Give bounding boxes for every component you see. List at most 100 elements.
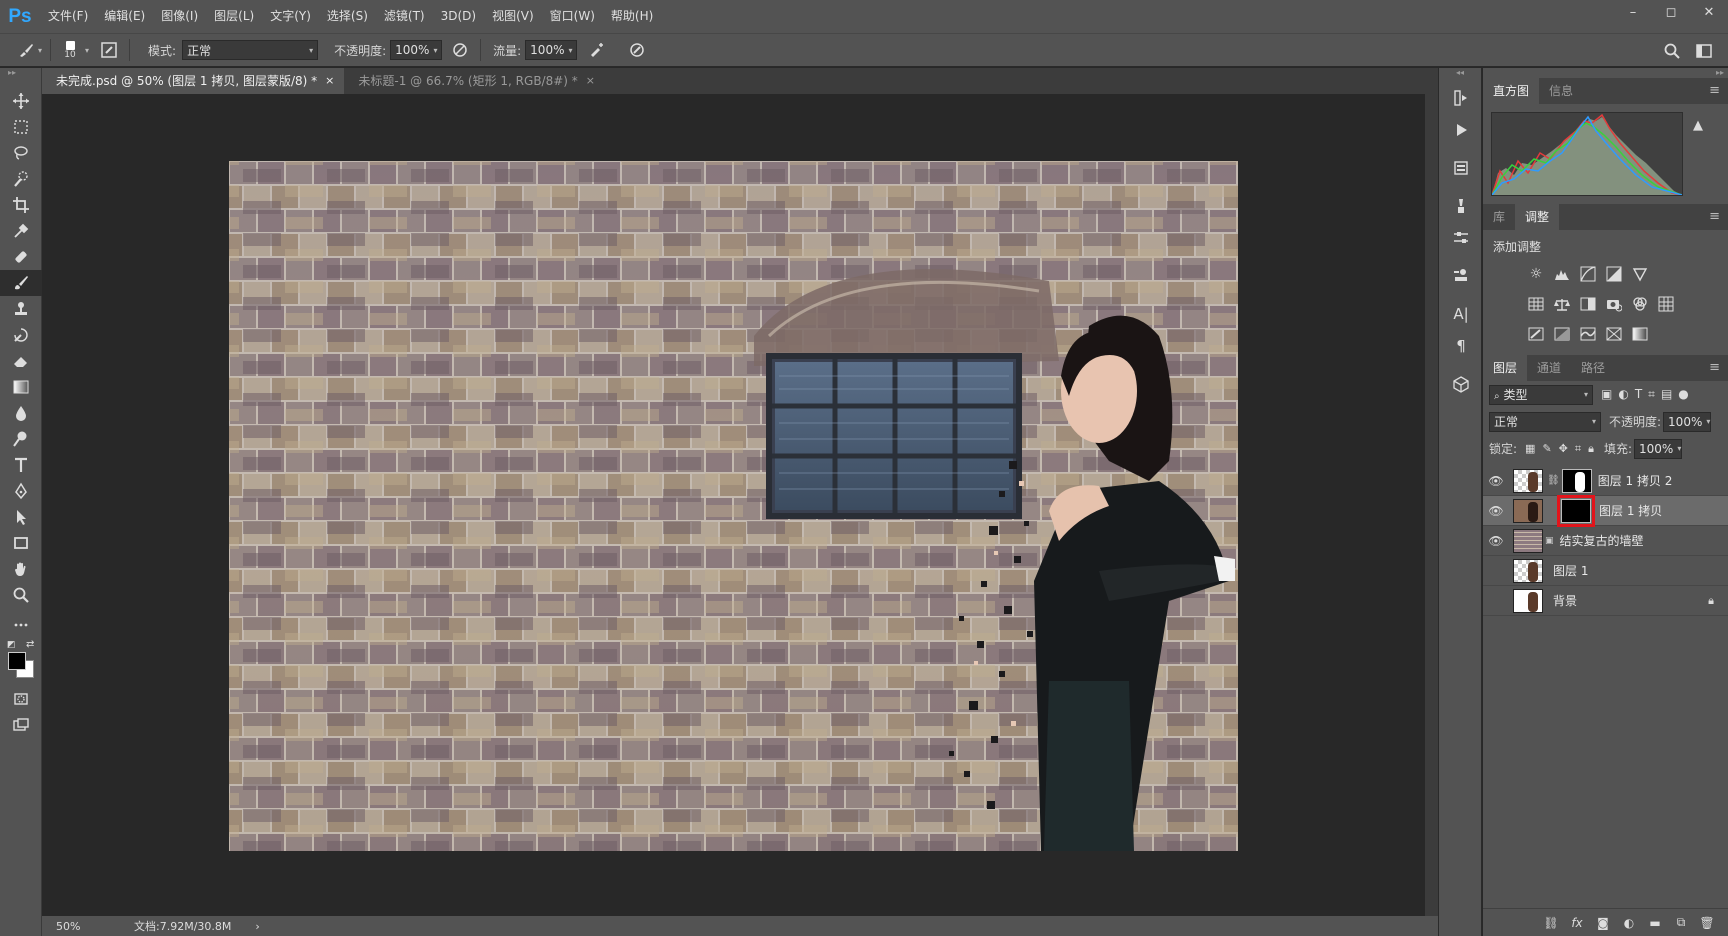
tab-adjustments[interactable]: 调整 bbox=[1515, 204, 1560, 230]
blend-mode-select[interactable]: 正常 ▾ bbox=[1489, 411, 1601, 432]
delete-layer-trash-icon[interactable]: 🗑︎ bbox=[1694, 911, 1720, 935]
add-mask-icon[interactable]: ◙ bbox=[1590, 911, 1616, 935]
panel-grip[interactable]: ◂◂ bbox=[1439, 68, 1481, 82]
photo-filter-icon[interactable] bbox=[1601, 293, 1627, 315]
menu-filter[interactable]: 滤镜(T) bbox=[376, 0, 433, 33]
new-layer-icon[interactable]: ⧉ bbox=[1668, 911, 1694, 935]
layer-filter-select[interactable]: ⌕ 类型 ▾ bbox=[1489, 384, 1593, 405]
layer-row[interactable]: 👁︎ 图层 1 bbox=[1483, 556, 1728, 586]
zoom-tool-icon[interactable] bbox=[0, 582, 42, 608]
tab-unfinished-psd[interactable]: 未完成.psd @ 50% (图层 1 拷贝, 图层蒙版/8) * × bbox=[42, 68, 345, 94]
lock-all-icon[interactable]: 🔒︎ bbox=[1588, 442, 1594, 456]
visibility-eye-icon[interactable]: 👁︎ bbox=[1483, 526, 1509, 556]
menu-view[interactable]: 视图(V) bbox=[484, 0, 542, 33]
selective-color-icon[interactable] bbox=[1601, 323, 1627, 345]
visibility-eye-icon[interactable]: 👁︎ bbox=[1483, 466, 1509, 496]
menu-3d[interactable]: 3D(D) bbox=[433, 0, 484, 33]
eraser-tool-icon[interactable] bbox=[0, 348, 42, 374]
layer-row[interactable]: 👁︎ ▣ 结实复古的墙壁 bbox=[1483, 526, 1728, 556]
hand-tool-icon[interactable] bbox=[0, 556, 42, 582]
gradient-map-icon[interactable] bbox=[1627, 323, 1653, 345]
dodge-tool-icon[interactable] bbox=[0, 426, 42, 452]
mode-select[interactable]: 正常 ▾ bbox=[182, 40, 319, 60]
close-tab-icon[interactable]: × bbox=[325, 68, 334, 94]
tab-channels[interactable]: 通道 bbox=[1527, 355, 1571, 381]
filter-shape-icon[interactable]: ⌗ bbox=[1648, 387, 1655, 402]
workspace-icon[interactable] bbox=[1692, 39, 1716, 63]
opacity-input[interactable]: 100% ▾ bbox=[390, 40, 443, 60]
lock-transparent-icon[interactable]: ▦ bbox=[1525, 442, 1535, 456]
rectangle-tool-icon[interactable] bbox=[0, 530, 42, 556]
invert-icon[interactable] bbox=[1523, 323, 1549, 345]
black-white-icon[interactable] bbox=[1575, 293, 1601, 315]
lock-image-icon[interactable]: ✎ bbox=[1542, 442, 1551, 456]
eyedropper-tool-icon[interactable] bbox=[0, 218, 42, 244]
layer-name[interactable]: 背景 bbox=[1547, 592, 1577, 609]
menu-edit[interactable]: 编辑(E) bbox=[96, 0, 153, 33]
brightness-contrast-icon[interactable]: ☼ bbox=[1523, 263, 1549, 285]
quick-mask-icon[interactable] bbox=[0, 686, 42, 712]
curves-icon[interactable] bbox=[1575, 263, 1601, 285]
type-tool-icon[interactable] bbox=[0, 452, 42, 478]
airbrush-icon[interactable] bbox=[585, 38, 609, 62]
brush-settings-icon[interactable] bbox=[1439, 190, 1483, 222]
tab-libraries[interactable]: 库 bbox=[1483, 204, 1515, 230]
layer-name[interactable]: 图层 1 拷贝 bbox=[1591, 502, 1662, 519]
brush-presets-icon[interactable] bbox=[1439, 222, 1483, 254]
color-balance-icon[interactable] bbox=[1549, 293, 1575, 315]
lasso-tool-icon[interactable] bbox=[0, 140, 42, 166]
history-brush-tool-icon[interactable] bbox=[0, 322, 42, 348]
document-canvas-image[interactable] bbox=[229, 161, 1238, 851]
pressure-size-icon[interactable] bbox=[625, 38, 649, 62]
panel-menu-icon[interactable]: ≡ bbox=[1709, 83, 1720, 98]
path-selection-tool-icon[interactable] bbox=[0, 504, 42, 530]
blur-tool-icon[interactable] bbox=[0, 400, 42, 426]
mask-link-icon[interactable]: ⛓︎ bbox=[1547, 475, 1560, 486]
flow-input[interactable]: 100% ▾ bbox=[525, 40, 578, 60]
fill-input[interactable]: 100% ▾ bbox=[1634, 438, 1682, 459]
pen-tool-icon[interactable] bbox=[0, 478, 42, 504]
layer-name[interactable]: 结实复古的墙壁 bbox=[1554, 532, 1644, 549]
vibrance-icon[interactable] bbox=[1627, 263, 1653, 285]
marquee-tool-icon[interactable] bbox=[0, 114, 42, 140]
new-group-folder-icon[interactable]: ▬ bbox=[1642, 911, 1668, 935]
panel-grip[interactable]: ▸▸ bbox=[1483, 68, 1728, 78]
menu-help[interactable]: 帮助(H) bbox=[603, 0, 661, 33]
layer-name[interactable]: 图层 1 bbox=[1547, 562, 1588, 579]
tab-layers[interactable]: 图层 bbox=[1483, 355, 1528, 381]
healing-brush-tool-icon[interactable] bbox=[0, 244, 42, 270]
menu-layer[interactable]: 图层(L) bbox=[206, 0, 262, 33]
threshold-icon[interactable] bbox=[1575, 323, 1601, 345]
filter-adjustment-icon[interactable]: ◐ bbox=[1618, 387, 1628, 402]
more-tools-icon[interactable] bbox=[0, 612, 42, 638]
brush-panel-toggle-icon[interactable] bbox=[97, 38, 121, 62]
layer-opacity-input[interactable]: 100% ▾ bbox=[1663, 411, 1712, 432]
panel-menu-icon[interactable]: ≡ bbox=[1709, 209, 1720, 224]
restore-button[interactable]: ◻ bbox=[1652, 0, 1690, 24]
brush-tool-icon[interactable] bbox=[0, 270, 42, 296]
pressure-opacity-icon[interactable] bbox=[448, 38, 472, 62]
properties-panel-icon[interactable] bbox=[1439, 152, 1483, 184]
zoom-level[interactable]: 50% bbox=[42, 920, 98, 933]
exposure-icon[interactable] bbox=[1601, 263, 1627, 285]
screen-mode-icon[interactable] bbox=[0, 712, 42, 738]
foreground-color-swatch[interactable] bbox=[8, 652, 26, 670]
crop-tool-icon[interactable] bbox=[0, 192, 42, 218]
clone-source-icon[interactable] bbox=[1439, 260, 1483, 292]
layer-mask-thumbnail-highlighted[interactable] bbox=[1557, 494, 1595, 527]
link-layers-icon[interactable]: ⛓︎ bbox=[1538, 911, 1564, 935]
filter-type-icon[interactable]: T bbox=[1635, 387, 1642, 402]
layer-row[interactable]: 👁︎ 背景 🔒︎ bbox=[1483, 586, 1728, 616]
tab-untitled-1[interactable]: 未标题-1 @ 66.7% (矩形 1, RGB/8#) * × bbox=[344, 68, 605, 94]
filter-toggle-icon[interactable]: ● bbox=[1678, 387, 1688, 402]
lock-artboard-icon[interactable]: ⌗ bbox=[1575, 442, 1581, 456]
hue-saturation-icon[interactable] bbox=[1523, 293, 1549, 315]
clone-stamp-tool-icon[interactable] bbox=[0, 296, 42, 322]
3d-panel-icon[interactable] bbox=[1439, 368, 1483, 400]
move-tool-icon[interactable] bbox=[0, 88, 42, 114]
brush-preset-icon[interactable] bbox=[14, 38, 38, 62]
lock-position-icon[interactable]: ✥ bbox=[1559, 442, 1568, 456]
paragraph-panel-icon[interactable]: ¶ bbox=[1439, 330, 1483, 362]
visibility-toggle-empty[interactable]: 👁︎ bbox=[1483, 586, 1509, 616]
search-icon[interactable] bbox=[1660, 39, 1684, 63]
